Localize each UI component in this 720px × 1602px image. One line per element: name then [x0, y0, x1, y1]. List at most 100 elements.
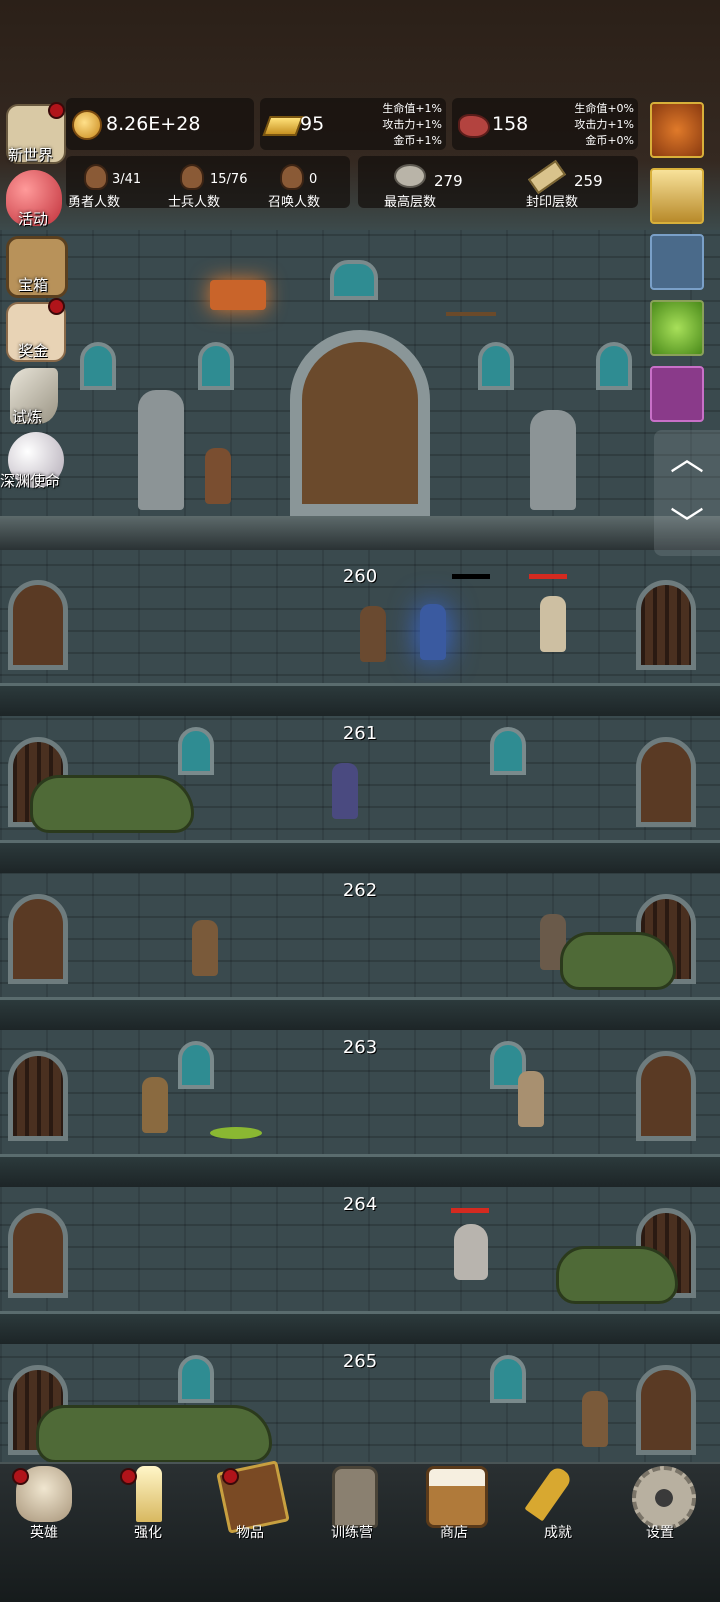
- floor-262: 262: [0, 870, 720, 1030]
- knight-statue-right: [530, 410, 576, 510]
- floor-number: 263: [342, 1037, 378, 1058]
- knight-statue-left: [138, 390, 184, 510]
- floor-door: [636, 737, 696, 827]
- slime-drop: [210, 1127, 262, 1139]
- bonus-button[interactable]: 奖金: [4, 298, 66, 362]
- hero-character: [360, 606, 386, 662]
- soldier-character: [582, 1391, 608, 1447]
- hero-character: [205, 448, 231, 504]
- window: [178, 1355, 214, 1403]
- window: [596, 342, 632, 390]
- main-gate: [290, 330, 430, 516]
- trial-label: 试炼: [12, 408, 43, 426]
- events-button[interactable]: 活动: [4, 168, 66, 230]
- window: [478, 342, 514, 390]
- lantern-icon: [332, 1466, 378, 1528]
- tab-training-camp[interactable]: 训练营: [302, 1462, 402, 1562]
- window: [330, 260, 378, 300]
- floor-door: [8, 894, 68, 984]
- chandelier-right: [446, 290, 496, 316]
- soldier-count: 15/76: [210, 172, 248, 187]
- tab-label: 设置: [646, 1525, 674, 1541]
- ogre-enemy: [36, 1405, 272, 1463]
- floor-number: 264: [342, 1194, 378, 1215]
- enemy-hp-bar: [452, 574, 490, 579]
- floor-door: [636, 1051, 696, 1141]
- meat-icon: [458, 114, 490, 138]
- floor-scroll-panel: ︿ ﹀: [654, 430, 720, 556]
- buff-slot-goblin[interactable]: [650, 366, 704, 422]
- top-floor-value: 279: [434, 172, 463, 190]
- hero-count-label: 勇者人数: [68, 195, 121, 210]
- buff-slot-pumpkin[interactable]: [650, 102, 704, 158]
- buff-slot-slime[interactable]: [650, 300, 704, 356]
- floor-ledge: [0, 840, 720, 873]
- sealed-floor-value: 259: [574, 172, 603, 190]
- notification-badge: [48, 298, 65, 315]
- ogre-enemy: [556, 1246, 678, 1304]
- bonus-label: 奖金: [18, 342, 49, 360]
- summon-count-label: 召唤人数: [268, 195, 321, 210]
- tab-label: 强化: [134, 1525, 162, 1541]
- window: [198, 342, 234, 390]
- floor-ledge: [0, 683, 720, 716]
- floor-door: [8, 1208, 68, 1298]
- ogre-enemy: [560, 932, 676, 990]
- floor-number: 262: [342, 880, 378, 901]
- trial-button[interactable]: 试炼: [4, 366, 66, 428]
- entrance-scene: [0, 230, 720, 550]
- buff-slot-meat[interactable]: [650, 234, 704, 290]
- tab-settings[interactable]: 设置: [610, 1462, 710, 1562]
- floor-264: 264: [0, 1184, 720, 1344]
- ghost-enemy: [454, 1224, 488, 1280]
- window: [178, 727, 214, 775]
- gold-amount: 95: [300, 113, 325, 135]
- tab-achievements[interactable]: 成就: [508, 1462, 608, 1562]
- new-world-label: 新世界: [8, 146, 54, 164]
- meat-amount: 158: [492, 113, 529, 135]
- top-floor-label: 最高层数: [384, 195, 437, 210]
- soldier-count-icon: [180, 164, 204, 190]
- floor-door: [636, 1365, 696, 1455]
- gold-bonus: 生命值+1% 攻击力+1% 金币+1%: [382, 102, 442, 147]
- hero-count: 3/41: [112, 172, 142, 187]
- ogre-enemy: [30, 775, 194, 833]
- tab-enhance[interactable]: 强化: [98, 1462, 198, 1562]
- floor-door: [8, 1051, 68, 1141]
- gear-icon: [632, 1466, 696, 1530]
- tab-label: 训练营: [331, 1525, 373, 1541]
- notification-badge: [12, 1468, 29, 1485]
- window: [178, 1041, 214, 1089]
- tab-heroes[interactable]: 英雄: [0, 1462, 94, 1562]
- enemy-hp-bar: [451, 1208, 489, 1213]
- buff-slot-candle[interactable]: [650, 168, 704, 224]
- notification-badge: [222, 1468, 239, 1485]
- abyss-mission-button[interactable]: 深渊使命: [0, 430, 70, 492]
- meat-bonus: 生命值+0% 攻击力+1% 金币+0%: [574, 102, 634, 147]
- chest-button[interactable]: 宝箱: [4, 234, 68, 298]
- events-label: 活动: [18, 210, 49, 228]
- summon-count: 0: [309, 172, 318, 187]
- new-world-button[interactable]: 新世界: [4, 102, 66, 164]
- scroll-down-button[interactable]: ﹀: [664, 502, 710, 548]
- abyss-mission-label: 深渊使命: [0, 472, 61, 490]
- entrance-floor: [0, 516, 720, 550]
- tab-shop[interactable]: 商店: [404, 1462, 504, 1562]
- chest-label: 宝箱: [18, 276, 49, 294]
- chandelier-left: [210, 280, 266, 310]
- witch-character: [332, 763, 358, 819]
- floor-ledge: [0, 1311, 720, 1344]
- floor-ledge: [0, 997, 720, 1030]
- tab-label: 物品: [236, 1525, 264, 1541]
- tab-items[interactable]: 物品: [200, 1460, 300, 1562]
- scroll-up-button[interactable]: ︿: [664, 436, 710, 482]
- candle-icon: [136, 1466, 162, 1522]
- window: [80, 342, 116, 390]
- key-icon: [524, 1464, 574, 1522]
- tab-label: 成就: [544, 1525, 572, 1541]
- floor-260: 260: [0, 556, 720, 716]
- soldier-character: [192, 920, 218, 976]
- gold-bar-icon: [262, 116, 304, 136]
- beer-mug-icon: [426, 1466, 488, 1528]
- floor-number: 261: [342, 723, 378, 744]
